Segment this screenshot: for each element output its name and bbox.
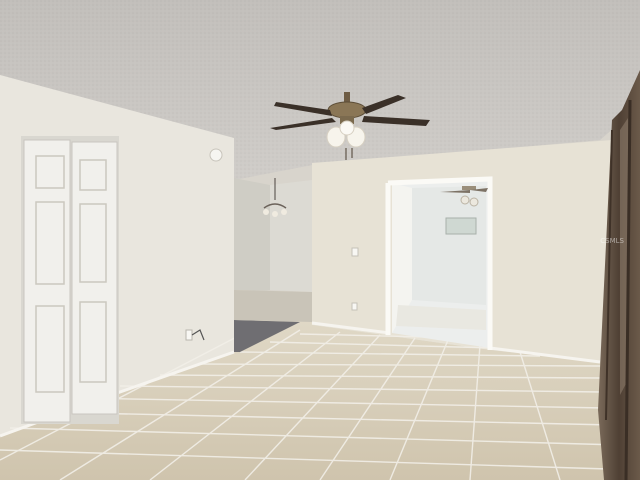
room-photo: CSMLS [0,0,640,480]
hallway-floor [234,290,312,322]
picture-frame [445,217,477,235]
doorway[interactable] [385,176,493,350]
wall-outlet-low [351,302,358,311]
watermark: CSMLS [600,237,624,245]
hallway-wall-back [270,180,312,292]
smoke-detector [209,148,223,162]
fan-motor [327,101,367,119]
hallway-wall-left [234,178,270,295]
wall-outlet [185,329,193,341]
wall-outlet-back [351,247,359,257]
bifold-closet-door[interactable] [21,136,119,424]
